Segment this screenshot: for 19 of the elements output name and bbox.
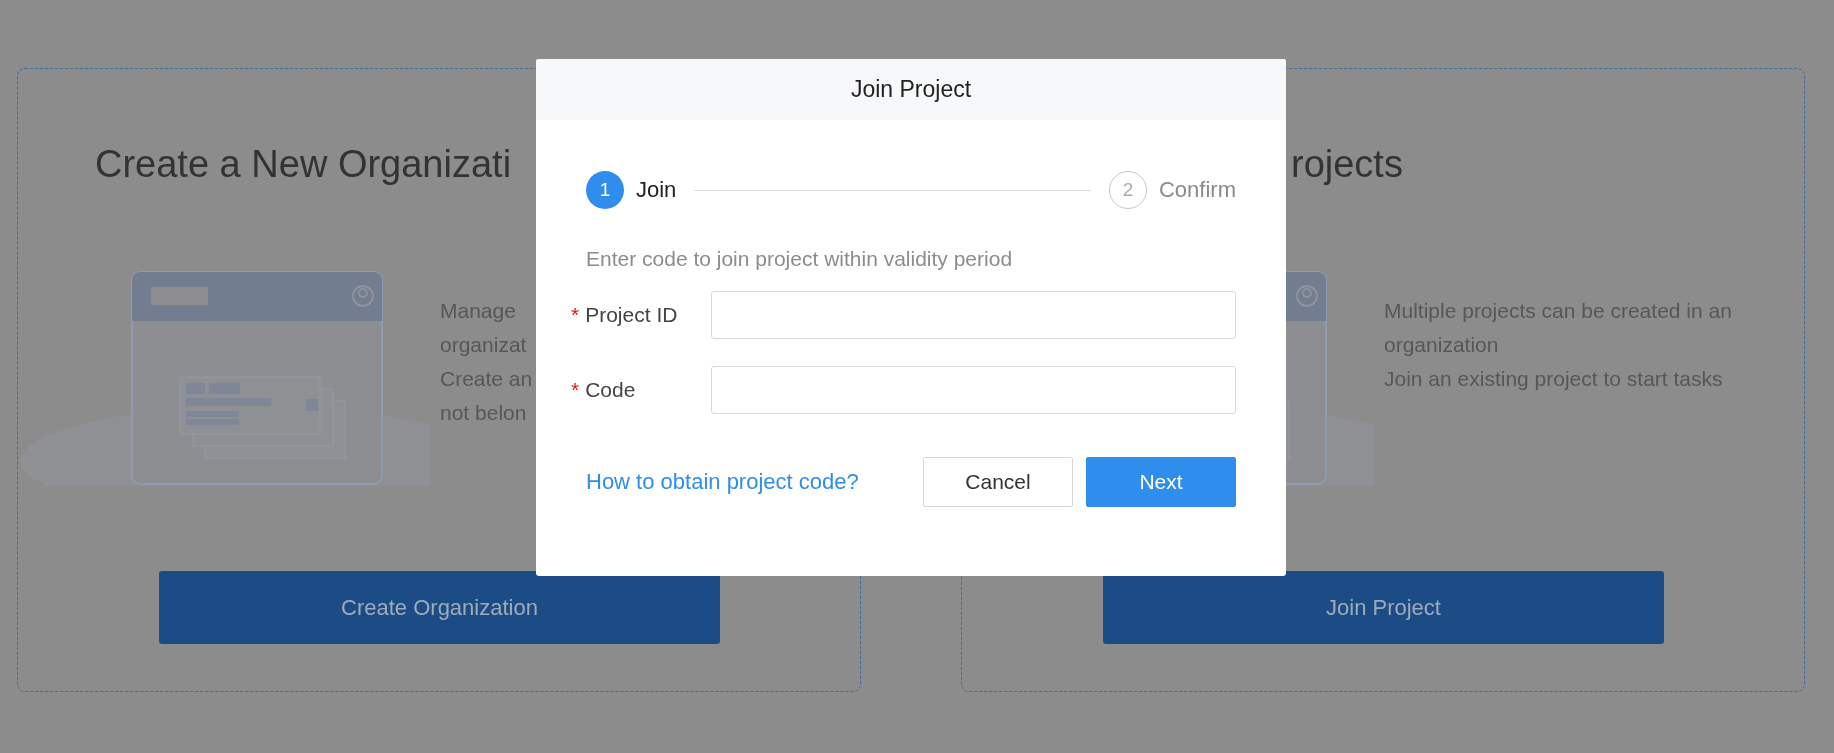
hint-text: Enter code to join project within validity period (586, 247, 1013, 271)
field-label: Code (585, 378, 636, 402)
input-field[interactable] (711, 366, 1236, 414)
card-title: rojects (1291, 142, 1403, 187)
next-button[interactable]: Next (1086, 457, 1236, 507)
required-marker: * (571, 303, 580, 327)
help-link[interactable]: How to obtain project code? (586, 469, 859, 495)
card-action-button[interactable]: Join Project (1103, 571, 1664, 644)
cancel-button[interactable]: Cancel (923, 457, 1073, 507)
step-label: Join (636, 177, 677, 203)
input-field[interactable] (711, 291, 1236, 339)
step-label: Confirm (1159, 177, 1236, 203)
required-marker: * (571, 378, 580, 402)
step-number: 1 (586, 171, 624, 209)
dialog-title: Join Project (850, 76, 972, 103)
step-number: 2 (1109, 171, 1147, 209)
card-action-button[interactable]: Create Organization (159, 571, 720, 644)
card-title: Create a New Organizati (95, 142, 512, 187)
field-label: Project ID (585, 303, 678, 327)
